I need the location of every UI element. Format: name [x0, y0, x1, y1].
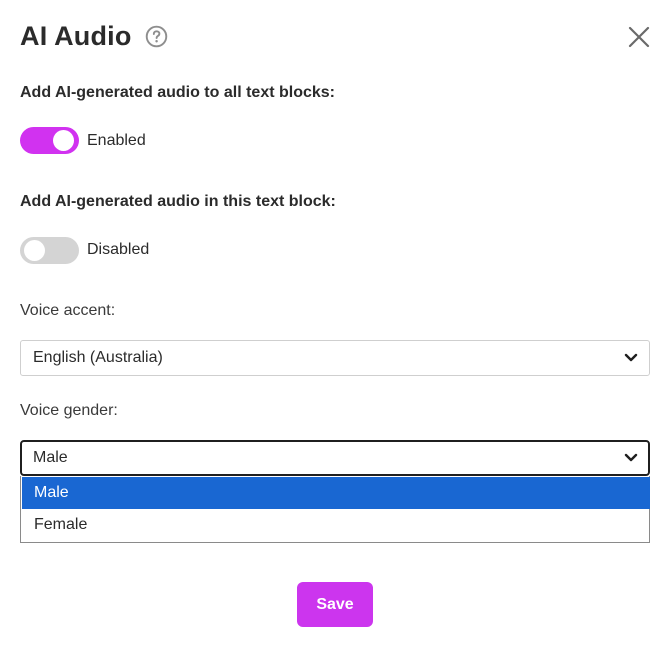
- this-block-audio-state: Disabled: [87, 241, 150, 258]
- voice-accent-label: Voice accent:: [20, 302, 116, 319]
- voice-gender-value: Male: [33, 449, 68, 466]
- this-block-audio-toggle[interactable]: [20, 237, 79, 264]
- chevron-down-icon: [624, 353, 638, 362]
- dropdown-option-male[interactable]: Male: [22, 477, 650, 509]
- this-block-audio-label: Add AI-generated audio in this text bloc…: [20, 193, 336, 210]
- all-blocks-audio-toggle[interactable]: [20, 127, 79, 154]
- toggle-knob: [53, 130, 74, 151]
- save-button[interactable]: Save: [297, 582, 373, 627]
- voice-accent-select[interactable]: English (Australia): [20, 340, 650, 376]
- all-blocks-audio-label: Add AI-generated audio to all text block…: [20, 84, 335, 101]
- voice-gender-select[interactable]: Male: [20, 440, 650, 476]
- toggle-knob: [24, 240, 45, 261]
- close-icon[interactable]: [628, 26, 650, 48]
- option-label: Male: [34, 484, 69, 501]
- help-icon[interactable]: [145, 25, 168, 48]
- dropdown-option-female[interactable]: Female: [22, 509, 650, 541]
- voice-gender-dropdown: Male Female: [20, 476, 650, 543]
- voice-accent-value: English (Australia): [33, 349, 163, 366]
- option-label: Female: [34, 516, 88, 533]
- voice-gender-label: Voice gender:: [20, 402, 118, 419]
- all-blocks-audio-state: Enabled: [87, 132, 146, 149]
- dialog-title: AI Audio: [20, 21, 132, 51]
- chevron-down-icon: [624, 453, 638, 462]
